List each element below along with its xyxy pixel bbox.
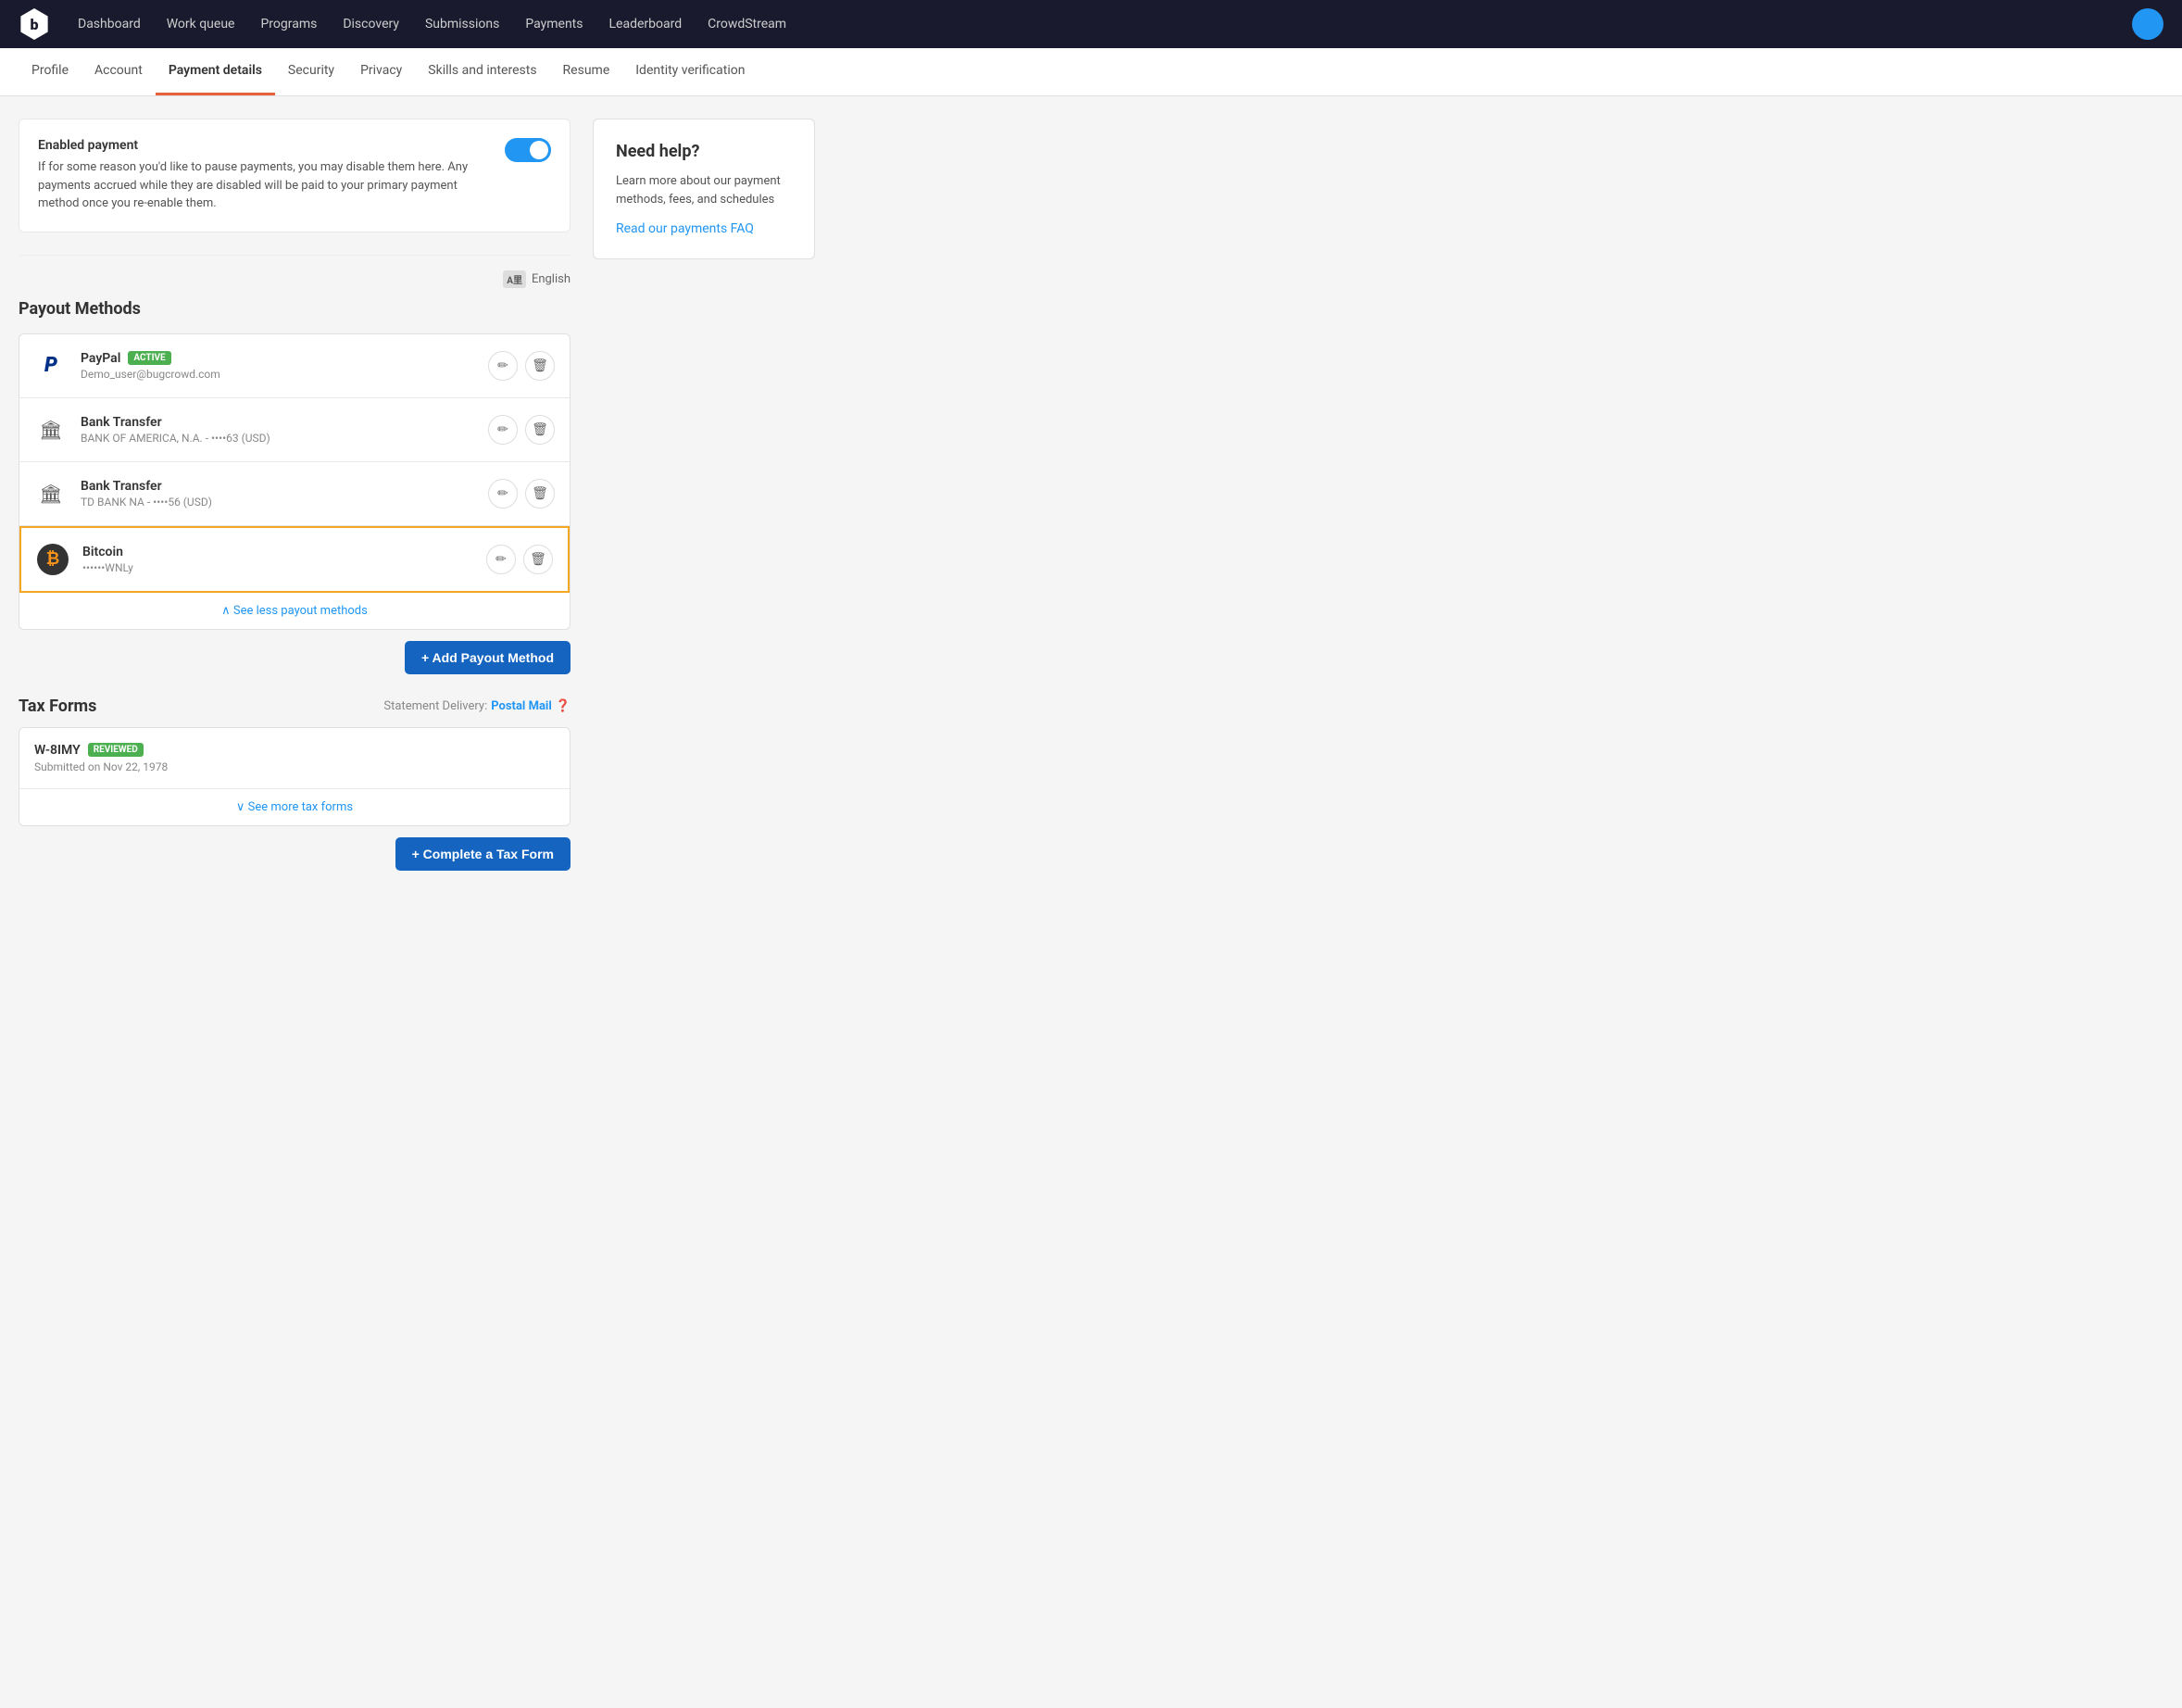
payout-bitcoin-edit-btn[interactable]: ✏ — [486, 545, 516, 574]
payout-bitcoin-name: Bitcoin — [82, 545, 123, 559]
nav-dashboard[interactable]: Dashboard — [69, 11, 150, 37]
tax-forms-list: W-8IMY REVIEWED Submitted on Nov 22, 197… — [19, 727, 571, 826]
subnav-payment-details[interactable]: Payment details — [156, 48, 275, 95]
payout-bitcoin-delete-btn[interactable]: 🗑 — [523, 545, 553, 574]
help-description: Learn more about our payment methods, fe… — [616, 172, 792, 208]
bitcoin-icon: ₿ — [37, 544, 69, 575]
section-divider — [19, 255, 571, 256]
subnav-privacy[interactable]: Privacy — [347, 48, 415, 95]
payout-item-paypal: P PayPal ACTIVE Demo_user@bugcrowd.com ✏… — [19, 334, 570, 398]
main-content: Enabled payment If for some reason you'd… — [0, 96, 834, 893]
nav-crowdstream[interactable]: CrowdStream — [698, 11, 796, 37]
payout-bank1-delete-btn[interactable]: 🗑 — [525, 415, 555, 445]
payout-paypal-info: PayPal ACTIVE Demo_user@bugcrowd.com — [81, 351, 475, 381]
statement-delivery: Statement Delivery: Postal Mail ❓ — [383, 699, 571, 713]
language-label[interactable]: English — [532, 272, 571, 286]
subnav-account[interactable]: Account — [82, 48, 156, 95]
add-payout-method-button[interactable]: + Add Payout Method — [405, 641, 571, 674]
enabled-payment-description: If for some reason you'd like to pause p… — [38, 158, 490, 213]
payout-paypal-badge: ACTIVE — [128, 351, 170, 365]
sub-nav: Profile Account Payment details Security… — [0, 48, 2182, 96]
payment-toggle[interactable] — [505, 138, 551, 162]
tax-section-header: Tax Forms Statement Delivery: Postal Mai… — [19, 697, 571, 716]
payout-bank1-info: Bank Transfer BANK OF AMERICA, N.A. - ••… — [81, 415, 475, 445]
payout-paypal-delete-btn[interactable]: 🗑 — [525, 351, 555, 381]
user-avatar[interactable] — [2132, 8, 2163, 40]
paypal-icon: P — [34, 349, 68, 383]
payout-paypal-name: PayPal — [81, 351, 120, 366]
payout-methods-title: Payout Methods — [19, 299, 571, 319]
top-nav: b Dashboard Work queue Programs Discover… — [0, 0, 2182, 48]
payout-bitcoin-info: Bitcoin ••••••WNLy — [82, 545, 473, 574]
complete-tax-form-button[interactable]: + Complete a Tax Form — [395, 837, 571, 871]
payout-item-bitcoin: ₿ Bitcoin ••••••WNLy ✏ 🗑 — [19, 526, 570, 593]
see-less-payout-btn[interactable]: ∧ See less payout methods — [19, 593, 570, 629]
tax-form-name-label: W-8IMY — [34, 743, 81, 758]
payout-bank1-detail: BANK OF AMERICA, N.A. - ••••63 (USD) — [81, 432, 475, 445]
statement-delivery-value[interactable]: Postal Mail — [491, 699, 552, 713]
subnav-resume[interactable]: Resume — [550, 48, 623, 95]
complete-tax-wrapper: + Complete a Tax Form — [19, 826, 571, 871]
subnav-profile[interactable]: Profile — [19, 48, 82, 95]
see-more-tax-forms-btn[interactable]: ∨ See more tax forms — [19, 789, 570, 825]
toggle-track[interactable] — [505, 138, 551, 162]
payout-paypal-detail: Demo_user@bugcrowd.com — [81, 368, 475, 381]
subnav-security[interactable]: Security — [275, 48, 347, 95]
payout-methods-list: P PayPal ACTIVE Demo_user@bugcrowd.com ✏… — [19, 333, 571, 630]
nav-submissions[interactable]: Submissions — [416, 11, 508, 37]
statement-delivery-label: Statement Delivery: — [383, 699, 487, 713]
bitcoin-icon-wrapper: ₿ — [36, 543, 69, 576]
enabled-payment-title: Enabled payment — [38, 138, 490, 153]
payout-item-bank2: 🏛 Bank Transfer TD BANK NA - ••••56 (USD… — [19, 462, 570, 526]
help-faq-link[interactable]: Read our payments FAQ — [616, 221, 754, 236]
statement-delivery-help-icon[interactable]: ❓ — [556, 699, 571, 713]
payout-item-bank1: 🏛 Bank Transfer BANK OF AMERICA, N.A. - … — [19, 398, 570, 462]
help-title: Need help? — [616, 142, 792, 161]
enabled-payment-text: Enabled payment If for some reason you'd… — [38, 138, 490, 213]
subnav-identity[interactable]: Identity verification — [622, 48, 758, 95]
help-card: Need help? Learn more about our payment … — [593, 119, 815, 259]
payout-bank1-name: Bank Transfer — [81, 415, 162, 430]
payout-bitcoin-actions: ✏ 🗑 — [486, 545, 553, 574]
add-payout-wrapper: + Add Payout Method — [19, 641, 571, 682]
language-icon: A里 — [503, 270, 526, 288]
payout-bank2-actions: ✏ 🗑 — [488, 479, 555, 509]
tax-form-date: Submitted on Nov 22, 1978 — [34, 760, 555, 773]
language-row: A里 English — [19, 270, 571, 288]
subnav-skills[interactable]: Skills and interests — [415, 48, 549, 95]
nav-workqueue[interactable]: Work queue — [157, 11, 245, 37]
payout-bank2-edit-btn[interactable]: ✏ — [488, 479, 518, 509]
tax-form-item-w8imy: W-8IMY REVIEWED Submitted on Nov 22, 197… — [19, 728, 570, 789]
nav-payments[interactable]: Payments — [516, 11, 592, 37]
payout-paypal-actions: ✏ 🗑 — [488, 351, 555, 381]
bank2-icon: 🏛 — [34, 477, 68, 510]
tax-forms-title: Tax Forms — [19, 697, 96, 716]
nav-discovery[interactable]: Discovery — [333, 11, 408, 37]
payout-bank1-actions: ✏ 🗑 — [488, 415, 555, 445]
payout-bank2-info: Bank Transfer TD BANK NA - ••••56 (USD) — [81, 479, 475, 509]
nav-leaderboard[interactable]: Leaderboard — [600, 11, 692, 37]
logo[interactable]: b — [19, 8, 50, 40]
bank1-icon: 🏛 — [34, 413, 68, 446]
right-panel: Need help? Learn more about our payment … — [593, 119, 815, 871]
payout-bitcoin-detail: ••••••WNLy — [82, 561, 473, 574]
payout-bank1-edit-btn[interactable]: ✏ — [488, 415, 518, 445]
payout-paypal-edit-btn[interactable]: ✏ — [488, 351, 518, 381]
left-panel: Enabled payment If for some reason you'd… — [19, 119, 571, 871]
payout-bank2-detail: TD BANK NA - ••••56 (USD) — [81, 496, 475, 509]
tax-form-badge: REVIEWED — [88, 743, 144, 757]
enabled-payment-section: Enabled payment If for some reason you'd… — [19, 119, 571, 232]
payout-bank2-name: Bank Transfer — [81, 479, 162, 494]
payout-bank2-delete-btn[interactable]: 🗑 — [525, 479, 555, 509]
nav-programs[interactable]: Programs — [251, 11, 326, 37]
